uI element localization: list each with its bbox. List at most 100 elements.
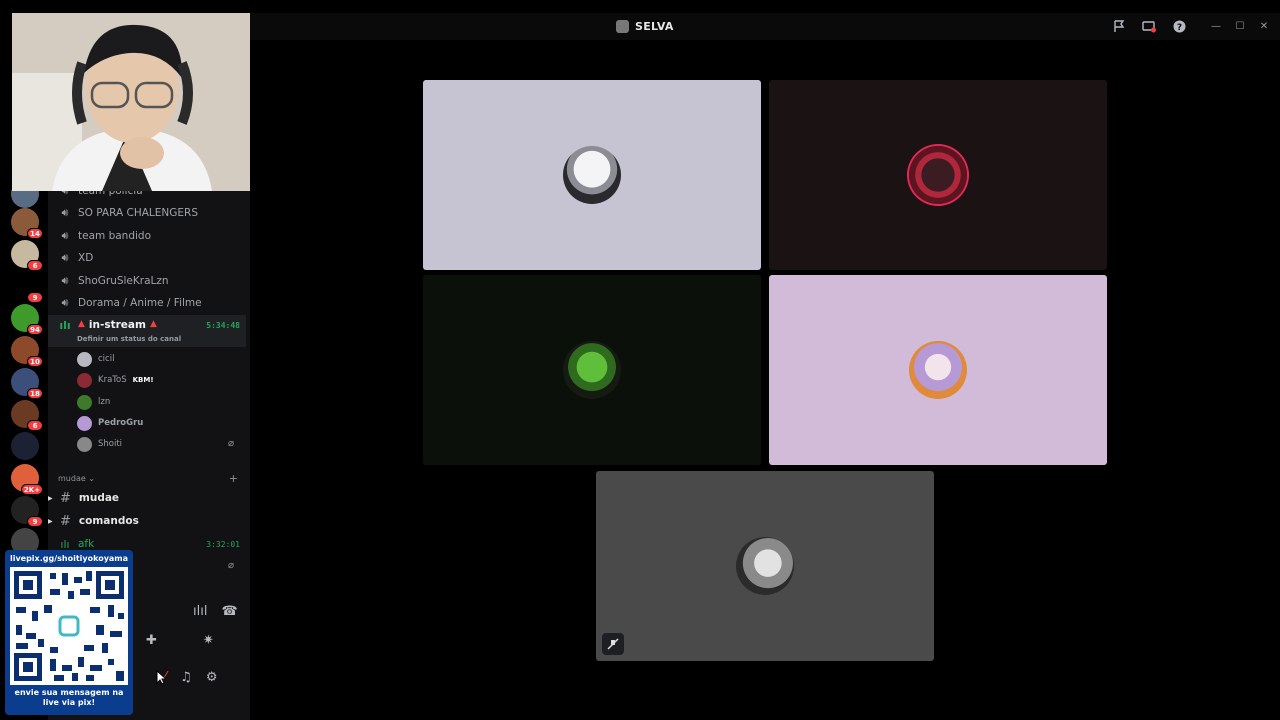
speaker-icon: 🔊︎ bbox=[61, 274, 69, 287]
voice-member[interactable]: PedroGru bbox=[77, 413, 143, 433]
settings-gear-icon[interactable]: ⚙ bbox=[206, 670, 218, 685]
participant-tile[interactable] bbox=[423, 80, 761, 270]
flag-icon[interactable] bbox=[1104, 13, 1134, 40]
channel-name: XD bbox=[78, 252, 94, 264]
voice-channel[interactable]: 🔊︎ team bandido bbox=[48, 225, 246, 247]
webcam-overlay bbox=[12, 13, 250, 191]
member-name: PedroGru bbox=[98, 418, 144, 428]
member-name: lzn bbox=[98, 397, 111, 407]
voice-channel[interactable]: 🔊︎ XD bbox=[48, 247, 246, 269]
voice-waveform-icon[interactable]: ılıl bbox=[193, 604, 207, 619]
channel-status[interactable]: Definir um status do canal bbox=[77, 335, 181, 343]
notification-badge: 6 bbox=[27, 420, 43, 431]
channel-timer: 3:32:01 bbox=[206, 539, 240, 549]
channel-name: ShoGruSleKraLzn bbox=[78, 275, 169, 287]
participant-tile[interactable] bbox=[769, 275, 1107, 465]
voice-member[interactable]: Shoiti bbox=[77, 434, 122, 454]
voice-stage bbox=[250, 40, 1280, 720]
notification-badge: 2K+ bbox=[20, 484, 43, 495]
text-channel[interactable]: ▶ # mudae bbox=[48, 488, 246, 508]
caret-icon: ▶ bbox=[48, 494, 53, 502]
voice-member[interactable]: KraToS KBM! bbox=[77, 370, 154, 390]
server-icon[interactable]: 14 bbox=[11, 208, 43, 239]
help-icon[interactable]: ? bbox=[1164, 13, 1194, 40]
server-icon[interactable]: 6 bbox=[11, 240, 43, 271]
siren-icon: ▲ bbox=[149, 319, 157, 329]
voice-activity-icon: ılı bbox=[59, 319, 71, 332]
server-title: SELVA bbox=[616, 13, 674, 40]
channel-name: comandos bbox=[78, 515, 139, 527]
speaker-icon: 🔊︎ bbox=[61, 296, 69, 309]
hash-icon: # bbox=[60, 513, 71, 529]
avatar bbox=[77, 372, 92, 388]
participant-avatar bbox=[563, 341, 621, 399]
hash-icon: # bbox=[60, 490, 71, 506]
activities-icon[interactable]: ✚ bbox=[146, 633, 157, 648]
member-tag: KBM! bbox=[132, 376, 154, 384]
server-icon[interactable]: 9 bbox=[11, 272, 43, 303]
speaker-icon: 🔊︎ bbox=[61, 229, 69, 242]
muted-mic-icon: ⌀ bbox=[228, 560, 235, 571]
voice-member[interactable]: lzn bbox=[77, 392, 110, 412]
participant-avatar bbox=[909, 341, 967, 399]
text-channel[interactable]: ▶ # comandos bbox=[48, 511, 246, 531]
member-name: cicil bbox=[98, 354, 115, 364]
maximize-icon[interactable]: ☐ bbox=[1228, 13, 1252, 40]
participant-avatar bbox=[563, 146, 621, 204]
server-icon bbox=[616, 20, 629, 33]
server-name: SELVA bbox=[635, 20, 674, 33]
speaker-icon: 🔊︎ bbox=[61, 206, 69, 219]
channel-name: afk bbox=[78, 538, 95, 550]
channel-timer: 5:34:48 bbox=[206, 321, 240, 330]
member-name: Shoiti bbox=[98, 439, 123, 449]
disconnect-icon[interactable]: ☎ bbox=[221, 604, 237, 619]
category-header[interactable]: mudae ⌄ bbox=[58, 474, 95, 483]
speaker-icon: 🔊︎ bbox=[61, 251, 69, 264]
qr-code bbox=[10, 567, 128, 685]
screen-share-icon[interactable] bbox=[1134, 13, 1164, 40]
channel-name: Dorama / Anime / Filme bbox=[78, 297, 202, 309]
mouse-cursor-icon bbox=[156, 670, 166, 685]
soundboard-icon[interactable]: ✷ bbox=[203, 633, 214, 648]
voice-channel-active[interactable]: ılı ▲ in-stream ▲ 5:34:48 Definir um sta… bbox=[48, 315, 246, 347]
voice-member[interactable]: cicil bbox=[77, 349, 114, 369]
participant-tile[interactable] bbox=[769, 80, 1107, 270]
participant-tile[interactable] bbox=[423, 275, 761, 465]
headphones-icon[interactable]: ♫ bbox=[180, 670, 192, 685]
pix-message: envie sua mensagem na live via pix! bbox=[14, 688, 124, 707]
notification-badge: 9 bbox=[27, 292, 43, 303]
notification-badge: 9 bbox=[27, 516, 43, 527]
avatar bbox=[77, 351, 92, 367]
member-name: KraToS bbox=[98, 375, 127, 385]
participant-tile[interactable] bbox=[596, 471, 934, 661]
webcam-image bbox=[12, 13, 250, 191]
channel-name: mudae bbox=[78, 492, 120, 504]
participant-avatar bbox=[736, 537, 794, 595]
notification-badge: 94 bbox=[27, 324, 43, 335]
channel-name: team bandido bbox=[78, 230, 152, 242]
discord-window: SELVA ? — ☐ ✕ 14 6 9 94 10 18 6 2K+ 9 te… bbox=[0, 0, 1280, 720]
voice-channel[interactable]: 🔊︎ SO PARA CHALENGERS bbox=[48, 202, 246, 224]
close-icon[interactable]: ✕ bbox=[1252, 13, 1276, 40]
channel-name: SO PARA CHALENGERS bbox=[78, 207, 198, 219]
pix-url: livepix.gg/shoitiyokoyama bbox=[9, 554, 129, 563]
voice-channel[interactable]: 🔊︎ Dorama / Anime / Filme bbox=[48, 292, 246, 314]
server-icon[interactable]: 10 bbox=[11, 336, 43, 367]
minimize-icon[interactable]: — bbox=[1204, 13, 1228, 40]
server-icon[interactable]: 18 bbox=[11, 368, 43, 399]
siren-icon: ▲ bbox=[78, 319, 85, 329]
notification-badge: 6 bbox=[27, 260, 43, 271]
muted-mic-icon bbox=[602, 633, 624, 655]
voice-channel[interactable]: 🔊︎ ShoGruSleKraLzn bbox=[48, 270, 246, 292]
server-icon[interactable]: 9 bbox=[11, 496, 43, 527]
voice-activity-icon: ılı bbox=[60, 537, 70, 551]
server-icon[interactable] bbox=[11, 432, 39, 460]
server-icon[interactable]: 6 bbox=[11, 400, 43, 431]
add-channel-icon[interactable]: + bbox=[229, 472, 238, 485]
avatar bbox=[77, 394, 92, 410]
category-name: mudae bbox=[58, 474, 86, 483]
server-icon[interactable]: 94 bbox=[11, 304, 43, 335]
server-icon[interactable]: 2K+ bbox=[11, 464, 43, 495]
title-bar: SELVA ? — ☐ ✕ bbox=[250, 13, 1280, 40]
participant-avatar bbox=[909, 146, 967, 204]
